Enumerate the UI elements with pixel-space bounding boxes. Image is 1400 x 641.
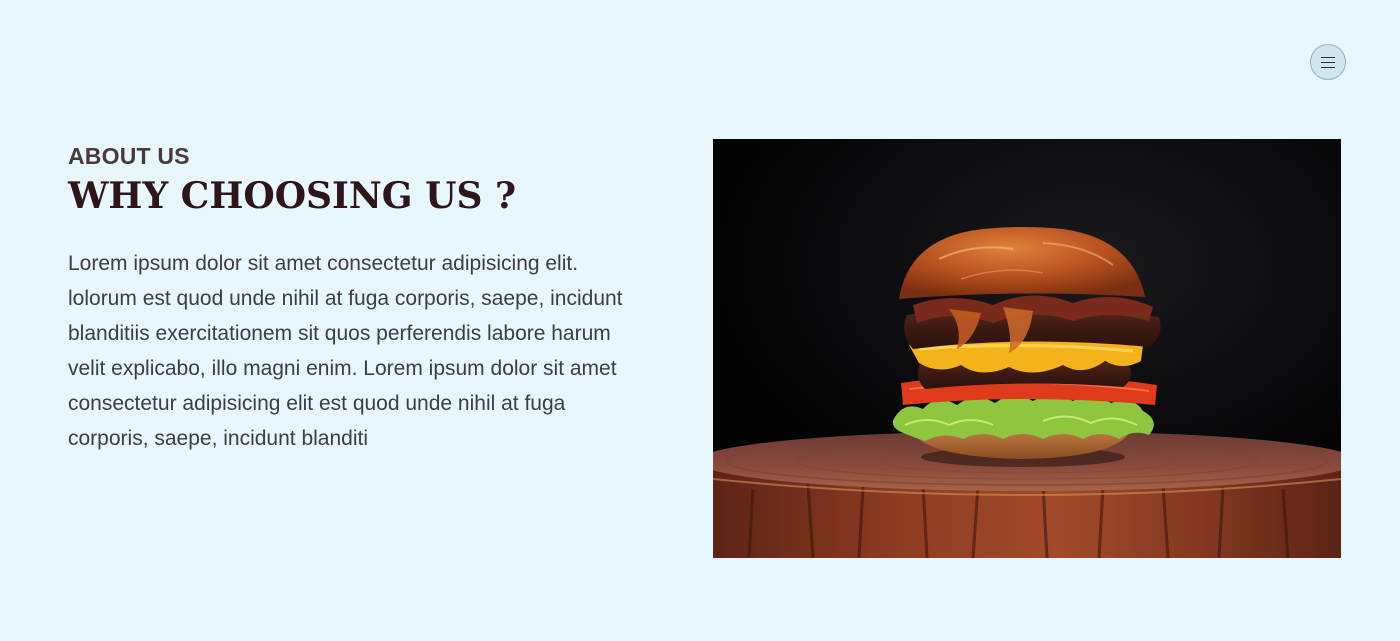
section-heading: WHY CHOOSING US ? — [68, 175, 517, 217]
about-section: ABOUT US WHY CHOOSING US ? Lorem ipsum d… — [68, 142, 648, 456]
section-body-text: Lorem ipsum dolor sit amet consectetur a… — [68, 252, 623, 450]
menu-toggle-button[interactable] — [1310, 44, 1346, 80]
burger-image — [713, 139, 1341, 558]
section-eyebrow: ABOUT US — [68, 143, 190, 169]
hamburger-menu-icon — [1321, 56, 1335, 68]
